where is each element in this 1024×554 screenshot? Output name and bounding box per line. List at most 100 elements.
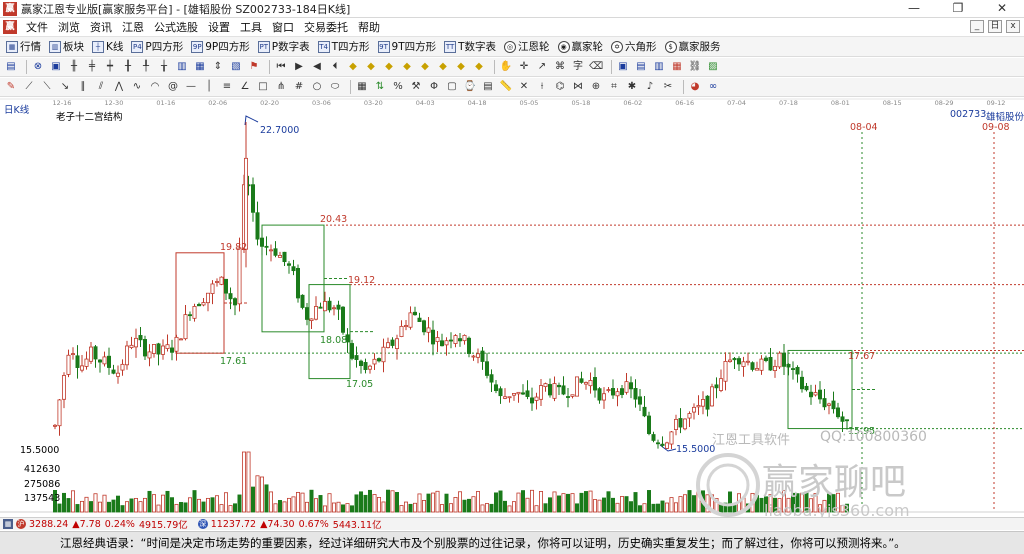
pin-tool-icon[interactable]: ⟊ [535,80,549,94]
save-icon[interactable]: ▤ [634,60,648,74]
period-icon[interactable]: ▦ [193,60,207,74]
candle-icon[interactable]: ┿ [103,60,117,74]
export-icon[interactable]: ▨ [706,60,720,74]
cross-tool-icon[interactable]: ✕ [517,80,531,94]
hand-icon[interactable]: ✋ [499,60,513,74]
tool-p-square-button[interactable]: P4 P四方形 [131,39,183,54]
ruler-icon[interactable]: 📏 [499,80,513,94]
percent-icon[interactable]: % [391,80,405,94]
link-icon[interactable]: ⛓ [688,60,702,74]
page-icon[interactable]: ▣ [49,60,63,74]
crosshair-icon[interactable]: ✛ [517,60,531,74]
tool-sectors-button[interactable]: ▥ 板块 [49,39,84,54]
fibonacci-icon[interactable]: ≡ [220,80,234,94]
pencil-icon[interactable]: ✎ [4,80,18,94]
menu-gann[interactable]: 江恩 [117,19,149,35]
menu-news[interactable]: 资讯 [85,19,117,35]
menu-help[interactable]: 帮助 [353,19,385,35]
first-icon[interactable]: ⏮ [274,60,288,74]
grid-line-icon[interactable]: # [292,80,306,94]
prev-icon[interactable]: ⏴ [328,60,342,74]
diamond-icon[interactable]: ◆ [364,60,378,74]
spiral-icon[interactable]: @ [166,80,180,94]
tool-winner-wheel-button[interactable]: ◉ 赢家轮 [557,39,603,54]
mdi-close-button[interactable]: x [1006,20,1020,33]
gann-fan-icon[interactable]: ⋔ [274,80,288,94]
bar-icon[interactable]: ╂ [121,60,135,74]
square-tool-icon[interactable]: ▢ [445,80,459,94]
shenzhen-index-icon[interactable]: 深 [197,519,208,529]
horizontal-line-icon[interactable]: — [184,80,198,94]
circle-icon[interactable]: ○ [310,80,324,94]
split-icon[interactable]: ⋈ [571,80,585,94]
grid-icon[interactable]: ▦ [3,519,13,529]
parallel-icon[interactable]: ∥ [76,80,90,94]
mdi-restore-button[interactable]: 日 [988,20,1002,33]
menu-settings[interactable]: 设置 [203,19,235,35]
calendar-icon[interactable]: ▤ [481,80,495,94]
hash-icon[interactable]: ⌗ [607,80,621,94]
diamond-icon[interactable]: ◆ [418,60,432,74]
tool-9p-square-button[interactable]: 9P 9P四方形 [191,39,250,54]
photo-icon[interactable]: ▣ [616,60,630,74]
zoom-icon[interactable]: ⊕ [589,80,603,94]
kline-chart[interactable]: 12-16 12-30 01-16 02-06 02-20 03-06 03-20 04-03… [0,97,1024,520]
tool-gann-wheel-button[interactable]: ◎ 江恩轮 [504,39,550,54]
line-icon[interactable]: ⟋ [22,80,36,94]
star-icon[interactable]: ✱ [625,80,639,94]
ray-icon[interactable]: ↘ [58,80,72,94]
candle-icon[interactable]: ╪ [85,60,99,74]
segment-icon[interactable]: ⟍ [40,80,54,94]
menu-file[interactable]: 文件 [21,19,53,35]
menu-window[interactable]: 窗口 [267,19,299,35]
tool-p-table-button[interactable]: PT P数字表 [257,39,310,54]
menu-trade[interactable]: 交易委托 [299,19,353,35]
table-tool-icon[interactable]: ▦ [355,80,369,94]
up-down-icon[interactable]: ⇅ [373,80,387,94]
flag-icon[interactable]: ⚑ [247,60,261,74]
infinity-icon[interactable]: ∞ [706,80,720,94]
arrow-icon[interactable]: ↗ [535,60,549,74]
bar-icon[interactable]: ╀ [139,60,153,74]
vertical-line-icon[interactable]: │ [202,80,216,94]
text-icon[interactable]: 字 [571,60,585,74]
ellipse-icon[interactable]: ⬭ [328,80,342,94]
diamond-icon[interactable]: ◆ [382,60,396,74]
mdi-minimize-button[interactable]: _ [970,20,984,33]
diamond-icon[interactable]: ◆ [346,60,360,74]
music-icon[interactable]: ♪ [643,80,657,94]
diamond-icon[interactable]: ◆ [400,60,414,74]
tool-kline-button[interactable]: ┼ K线 [92,39,123,54]
node-icon[interactable]: ⌬ [553,80,567,94]
menu-tools[interactable]: 工具 [235,19,267,35]
layout-icon[interactable]: ▤ [4,60,18,74]
shanghai-index-icon[interactable]: 沪 [16,519,26,529]
tool-t-table-button[interactable]: TT T数字表 [444,39,496,54]
pin-icon[interactable]: ⇕ [211,60,225,74]
channel-icon[interactable]: ⫽ [94,80,108,94]
menu-formula-screening[interactable]: 公式选股 [149,19,203,35]
shape-icon[interactable]: ⌘ [553,60,567,74]
network-icon[interactable]: ⊗ [31,60,45,74]
tool-hexagon-button[interactable]: ✡ 六角形 [611,39,657,54]
tool-quotes-button[interactable]: ▦ 行情 [6,39,41,54]
box-icon[interactable]: □ [256,80,270,94]
color-wheel-icon[interactable]: ◕ [688,80,702,94]
diamond-icon[interactable]: ◆ [454,60,468,74]
golden-icon[interactable]: Φ [427,80,441,94]
stat-icon[interactable]: ▧ [229,60,243,74]
wave-icon[interactable]: ∿ [130,80,144,94]
candle-icon[interactable]: ╫ [67,60,81,74]
window-icon[interactable]: ▥ [652,60,666,74]
time-icon[interactable]: ⌚ [463,80,477,94]
close-button[interactable]: ✕ [980,0,1024,18]
eraser-icon[interactable]: ⌫ [589,60,603,74]
minimize-button[interactable]: — [892,0,936,18]
restore-button[interactable]: ❐ [936,0,980,18]
play-icon[interactable]: ▶ [292,60,306,74]
scissors-icon[interactable]: ✂ [661,80,675,94]
period-icon[interactable]: ▥ [175,60,189,74]
diamond-icon[interactable]: ◆ [472,60,486,74]
bar-icon[interactable]: ╁ [157,60,171,74]
cycle-icon[interactable]: ◠ [148,80,162,94]
